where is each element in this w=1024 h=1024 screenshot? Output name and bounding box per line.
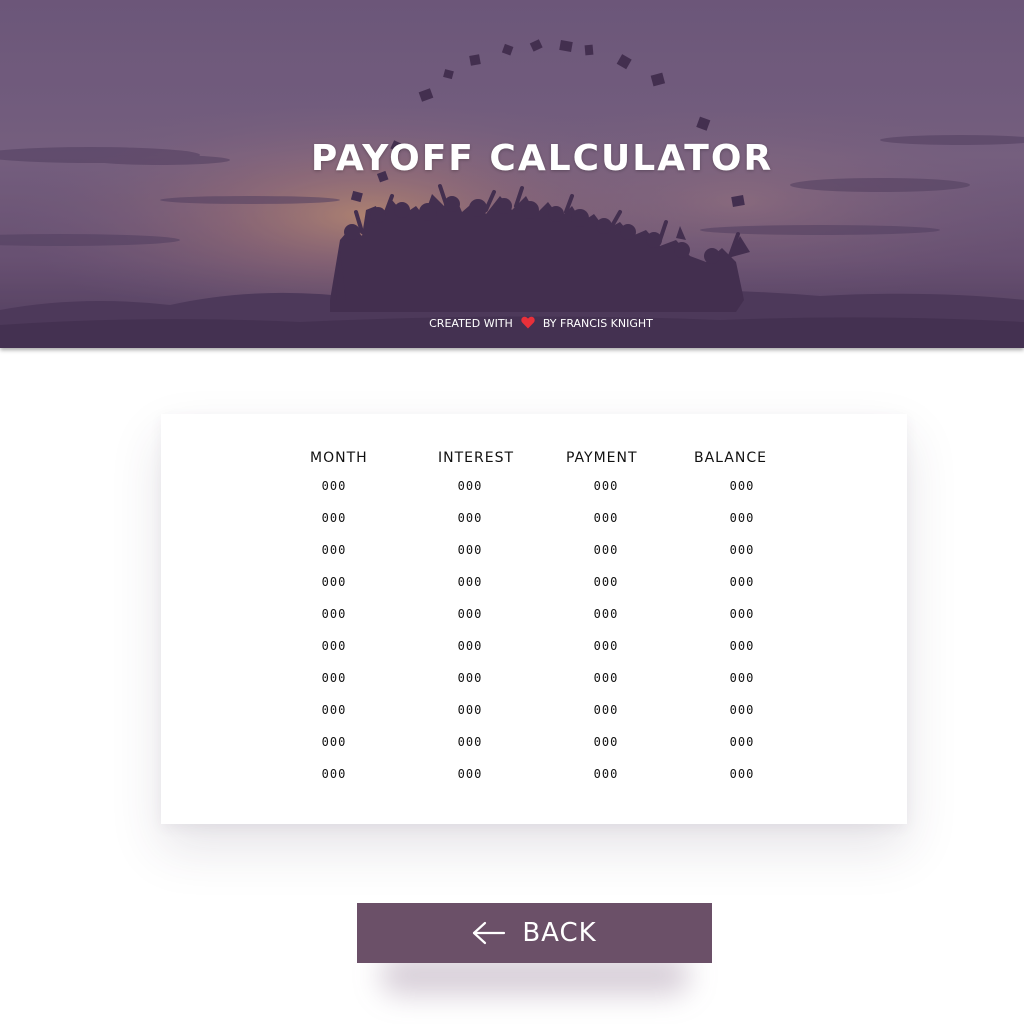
cell-balance: 000 <box>729 479 755 493</box>
column-header-interest: INTEREST <box>438 450 515 466</box>
column-header-month: MONTH <box>310 450 368 466</box>
cell-interest: 000 <box>457 735 483 749</box>
cell-interest: 000 <box>457 479 483 493</box>
cell-payment: 000 <box>593 671 619 685</box>
credit-suffix: BY FRANCIS KNIGHT <box>542 317 653 330</box>
column-header-balance: BALANCE <box>694 450 767 466</box>
credit-line: CREATED WITH BY FRANCIS KNIGHT <box>0 316 1024 332</box>
payoff-table-card: MONTH INTEREST PAYMENT BALANCE 000 000 000… <box>161 414 907 824</box>
cell-balance: 000 <box>729 735 755 749</box>
page-title: PAYOFF CALCULATOR <box>310 138 774 179</box>
cell-month: 000 <box>321 511 347 525</box>
cell-interest: 000 <box>457 767 483 781</box>
cell-interest: 000 <box>457 575 483 589</box>
cell-payment: 000 <box>593 575 619 589</box>
cell-balance: 000 <box>729 767 755 781</box>
cell-interest: 000 <box>457 671 483 685</box>
cell-month: 000 <box>321 543 347 557</box>
cell-balance: 000 <box>729 543 755 557</box>
cell-interest: 000 <box>457 607 483 621</box>
cell-payment: 000 <box>593 767 619 781</box>
cell-month: 000 <box>321 479 347 493</box>
cell-month: 000 <box>321 703 347 717</box>
cell-payment: 000 <box>593 735 619 749</box>
cell-month: 000 <box>321 735 347 749</box>
heart-icon <box>521 316 535 332</box>
cell-month: 000 <box>321 671 347 685</box>
cell-payment: 000 <box>593 511 619 525</box>
cell-balance: 000 <box>729 703 755 717</box>
cell-interest: 000 <box>457 703 483 717</box>
cell-payment: 000 <box>593 703 619 717</box>
back-button[interactable]: BACK <box>357 903 712 963</box>
cell-balance: 000 <box>729 607 755 621</box>
cell-balance: 000 <box>729 639 755 653</box>
cell-payment: 000 <box>593 543 619 557</box>
column-header-payment: PAYMENT <box>566 450 638 466</box>
arrow-left-icon <box>473 921 506 945</box>
cell-interest: 000 <box>457 543 483 557</box>
cell-month: 000 <box>321 767 347 781</box>
cell-interest: 000 <box>457 639 483 653</box>
cell-payment: 000 <box>593 607 619 621</box>
cell-month: 000 <box>321 607 347 621</box>
hero-header: PAYOFF CALCULATOR CREATED WITH BY FRANCIS… <box>0 0 1024 348</box>
cell-balance: 000 <box>729 575 755 589</box>
back-button-label: BACK <box>522 918 597 948</box>
cell-month: 000 <box>321 575 347 589</box>
cell-balance: 000 <box>729 511 755 525</box>
cell-payment: 000 <box>593 479 619 493</box>
credit-prefix: CREATED WITH <box>429 317 513 330</box>
cell-payment: 000 <box>593 639 619 653</box>
cell-month: 000 <box>321 639 347 653</box>
cell-balance: 000 <box>729 671 755 685</box>
cell-interest: 000 <box>457 511 483 525</box>
